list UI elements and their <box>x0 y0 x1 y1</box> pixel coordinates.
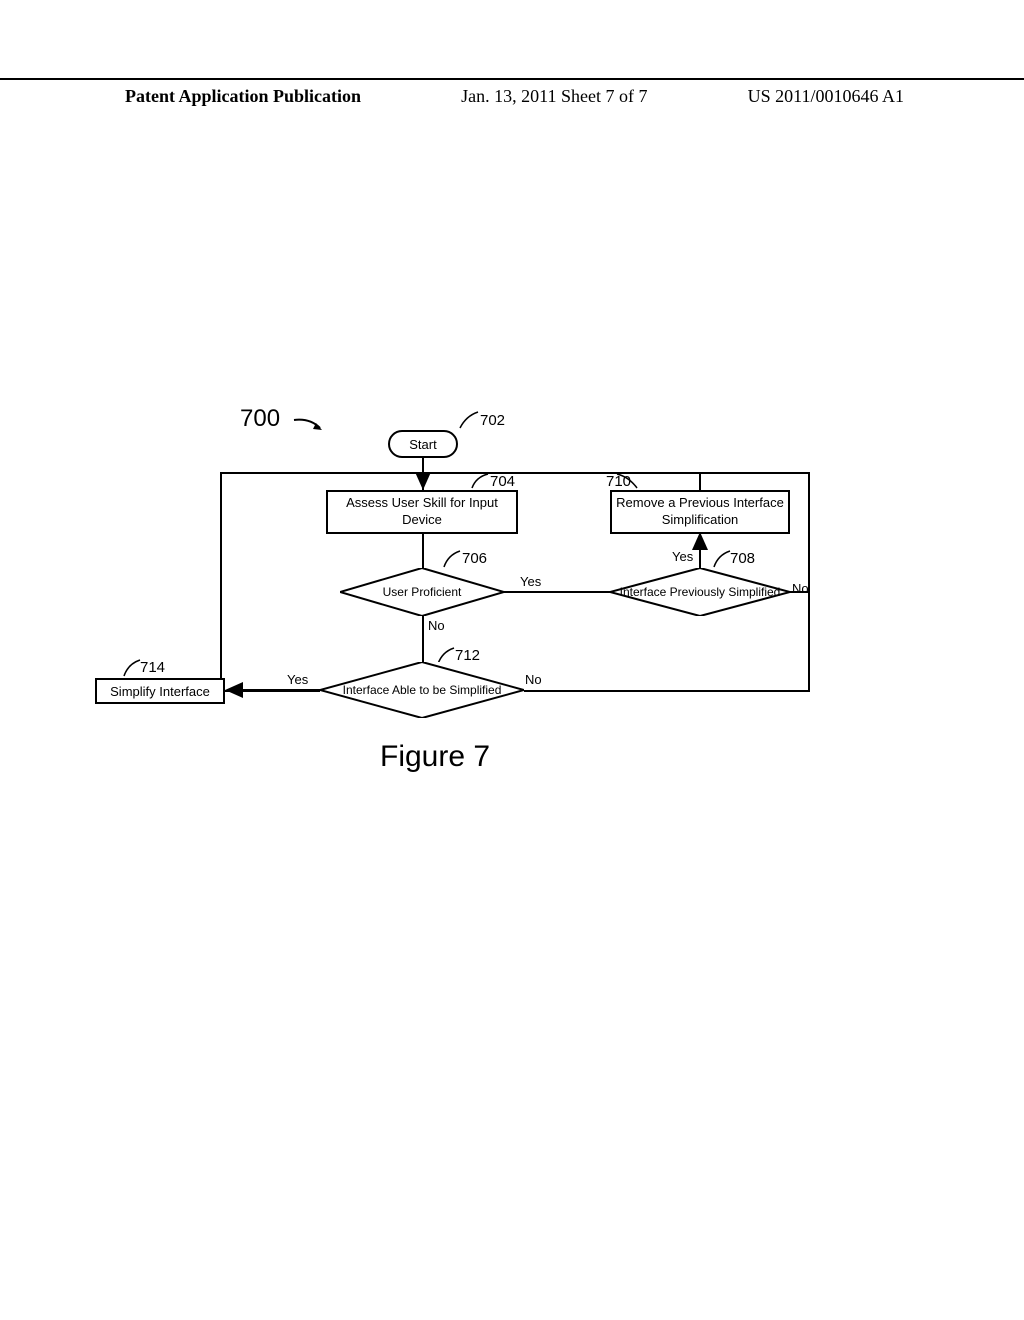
start-label: Start <box>409 437 436 452</box>
ref-706: 706 <box>462 550 487 567</box>
d712-label: Interface Able to be Simplified <box>343 683 502 697</box>
publication-type: Patent Application Publication <box>125 86 361 107</box>
decision-706: User Proficient <box>340 568 504 616</box>
edge-712-no: No <box>525 672 542 687</box>
simplify-label: Simplify Interface <box>110 684 210 699</box>
assess-label: Assess User Skill for Input Device <box>328 495 516 529</box>
decision-708: Interface Previously Simplified <box>610 568 790 616</box>
edge-706-yes: Yes <box>520 574 541 589</box>
ref-700: 700 <box>240 405 280 433</box>
patent-number: US 2011/0010646 A1 <box>748 86 904 107</box>
figure-caption: Figure 7 <box>380 740 490 774</box>
ref-710: 710 <box>606 473 631 490</box>
date-sheet: Jan. 13, 2011 Sheet 7 of 7 <box>461 86 647 107</box>
d706-label: User Proficient <box>383 585 462 599</box>
decision-712: Interface Able to be Simplified <box>320 662 524 718</box>
flowchart-diagram: 700 Start 702 Assess User Skill for Inpu… <box>0 400 1024 830</box>
page-header: Patent Application Publication Jan. 13, … <box>0 78 1024 107</box>
edge-708-no: No <box>792 581 809 596</box>
ref-708: 708 <box>730 550 755 567</box>
edge-708-yes: Yes <box>672 549 693 564</box>
ref-714: 714 <box>140 659 165 676</box>
edge-706-no: No <box>428 618 445 633</box>
loop-frame-bottom-right <box>524 690 810 692</box>
remove-label: Remove a Previous Interface Simplificati… <box>612 495 788 529</box>
ref-712: 712 <box>455 647 480 664</box>
ref-702: 702 <box>480 412 505 429</box>
ref-704: 704 <box>490 473 515 490</box>
remove-node: Remove a Previous Interface Simplificati… <box>610 490 790 534</box>
d708-label: Interface Previously Simplified <box>620 585 781 599</box>
assess-node: Assess User Skill for Input Device <box>326 490 518 534</box>
simplify-node: Simplify Interface <box>95 678 225 704</box>
loop-frame-bottom-left <box>220 690 321 692</box>
edge-712-yes: Yes <box>287 672 308 687</box>
start-node: Start <box>388 430 458 458</box>
